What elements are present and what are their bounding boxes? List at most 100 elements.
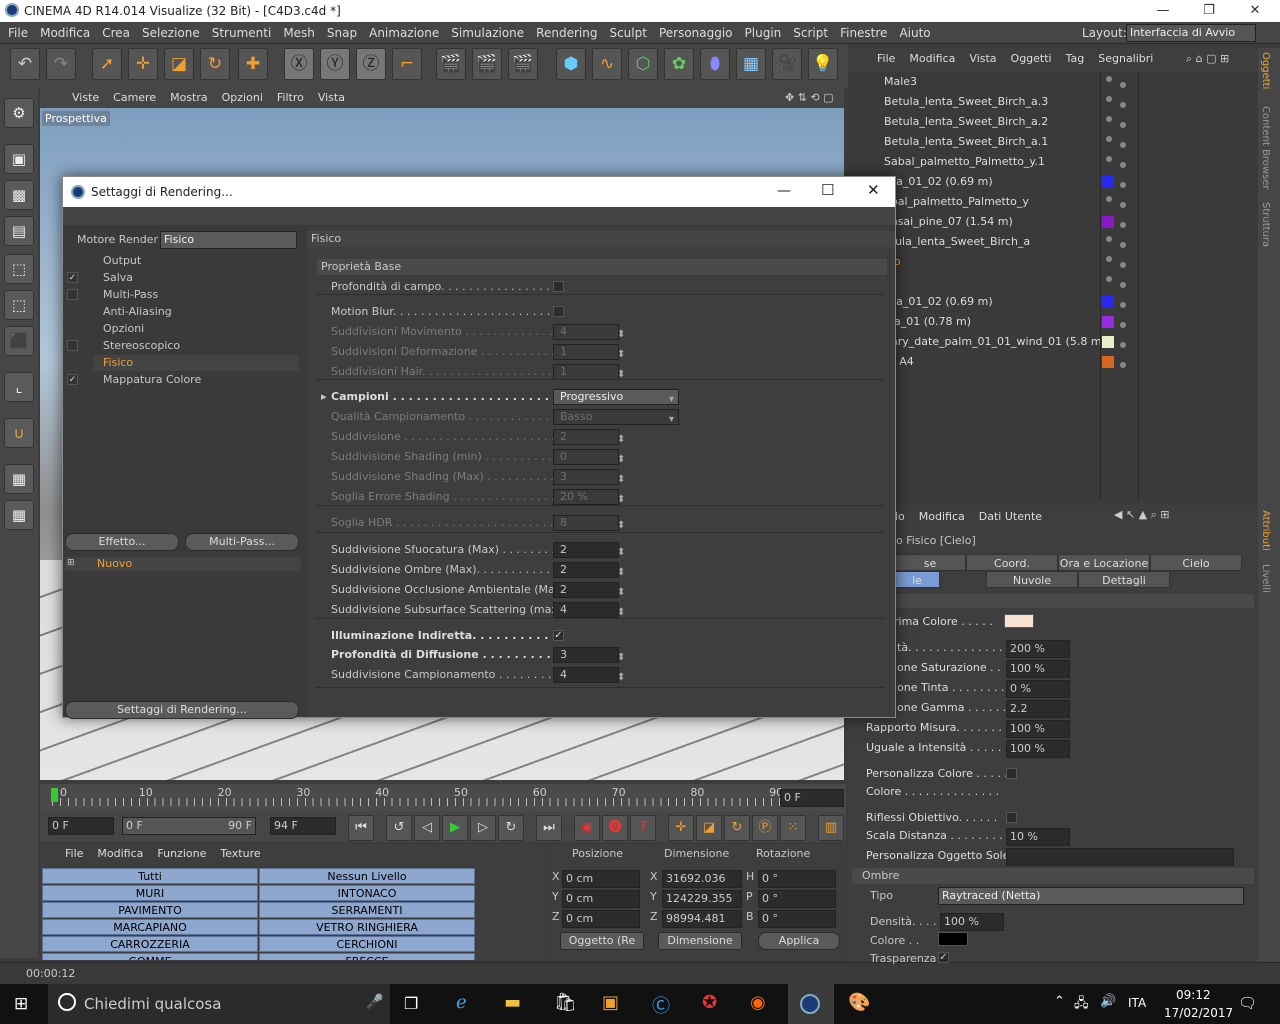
attribute-menu-item[interactable]: Modifica [912,506,972,528]
render-settings-nav-item[interactable]: Salva [103,270,133,286]
object-menu-item[interactable]: Vista [962,48,1003,70]
render-property-row[interactable]: Soglia HDR . . . . . . . . . . . . . . .… [331,513,871,533]
render-dot-icon[interactable] [1120,102,1126,108]
property-dropdown[interactable]: Progressivo [553,389,679,405]
menu-item-13[interactable]: Script [787,22,834,44]
object-row[interactable] [848,272,1258,292]
viewport-menu-item[interactable]: Viste [65,88,106,108]
key-parameter-icon[interactable]: Ⓟ [752,815,778,841]
coord-size-field[interactable]: 31692.036 cm [662,870,742,901]
attribute-value-field[interactable]: 100 % [1006,660,1070,678]
render-property-row[interactable]: Motion Blur. . . . . . . . . . . . . . .… [331,302,871,322]
range-slider[interactable]: 0 F 90 F [122,817,256,835]
object-row[interactable]: cca_01_02 (0.69 m) [848,172,1258,192]
render-dot-icon[interactable] [1120,222,1126,228]
property-dropdown[interactable]: Basso [553,409,679,425]
render-property-row[interactable]: Suddivisione Campionamento . . . . . . .… [331,665,871,685]
cube-icon[interactable]: ⬢ [556,48,586,80]
render-dot-icon[interactable] [1120,282,1126,288]
object-row[interactable]: etula_lenta_Sweet_Birch_a [848,232,1258,252]
attribute-menu-item[interactable]: Dati Utente [972,506,1049,528]
layer-item[interactable]: VETRO RINGHIERA [259,919,475,935]
tab-struttura[interactable]: Struttura [1260,202,1271,247]
property-number-field[interactable]: 2 [553,562,619,578]
attribute-nav-icon[interactable]: ◀ ↖ ▲ ⌕ ⊞ [1114,508,1170,522]
property-number-field[interactable]: 3 [553,469,619,485]
object-menu-item[interactable]: File [870,48,902,70]
layer-item[interactable]: PAVIMENTO [42,902,258,918]
render-property-row[interactable]: Suddivisione Ombre (Max). . . . . . . . … [331,560,871,580]
start-frame-field[interactable]: 0 F [48,817,114,835]
attribute-tab[interactable]: se [894,554,966,571]
attribute-value-field[interactable]: 10 % [1006,828,1070,846]
render-property-row[interactable]: Suddivisione Occlusione Ambientale (Max)… [331,580,871,600]
texture-mode-icon[interactable]: ▩ [4,180,34,210]
spinner-arrows-icon[interactable]: ⬍ [617,490,625,510]
menu-item-4[interactable]: Strumenti [206,22,278,44]
render-property-row[interactable]: Suddivisione Subsurface Scattering (max)… [331,600,871,620]
object-row[interactable]: DI A4 [848,352,1258,372]
x-axis-icon[interactable]: Ⓧ [284,48,314,80]
layer-item[interactable]: Tutti [42,868,258,884]
tab-livelli[interactable]: Livelli [1260,564,1271,593]
property-number-field[interactable]: 1 [553,364,619,380]
object-menu-item[interactable]: Segnalibri [1091,48,1160,70]
coord-position-field[interactable]: 0 cm [562,870,640,888]
app-icon[interactable]: Ⓒ [652,992,670,1018]
new-settings-item[interactable]: Nuovo [97,557,132,570]
property-number-field[interactable]: 2 [553,582,619,598]
shadow-type-select[interactable]: Raytraced (Netta) [938,887,1244,905]
next-key-icon[interactable]: ↻ [498,815,524,841]
render-settings-nav-item[interactable]: Output [103,253,141,269]
object-search-icon[interactable]: ⌕ ⌂ ▢ ⊞ [1186,52,1229,66]
nav-enable-checkbox[interactable] [67,289,78,300]
coord-position-field[interactable]: 0 cm [562,890,640,908]
edge-browser-icon[interactable]: ℯ [456,992,467,1013]
effect-button[interactable]: Effetto... [65,533,179,551]
render-settings-icon[interactable]: 🎬 [508,48,538,80]
multipass-button[interactable]: Multi-Pass... [185,533,299,551]
property-number-field[interactable]: 2 [553,542,619,558]
dialog-maximize-icon[interactable]: ☐ [821,181,834,199]
nav-enable-checkbox[interactable]: ✓ [67,272,78,283]
file-explorer-icon[interactable]: ▬ [504,992,521,1013]
spinner-arrows-icon[interactable]: ⬍ [617,516,625,536]
tab-content-browser[interactable]: Content Browser [1260,106,1271,189]
transparency-checkbox[interactable]: ✓ [938,952,949,963]
render-dot-icon[interactable] [1120,82,1126,88]
polygons-mode-icon[interactable]: ⬛ [4,326,34,356]
render-property-row[interactable]: Illuminazione Indiretta. . . . . . . . .… [331,626,871,646]
object-row[interactable]: Betula_lenta_Sweet_Birch_a.3 [848,92,1258,112]
attribute-tab[interactable]: Dettagli [1078,571,1170,588]
render-engine-select[interactable]: Fisico [160,231,297,249]
object-row[interactable]: Betula_lenta_Sweet_Birch_a.2 [848,112,1258,132]
viewport-menu-item[interactable]: Mostra [163,88,215,108]
render-settings-nav-item[interactable]: Mappatura Colore [103,372,201,388]
render-property-row[interactable]: Campioni . . . . . . . . . . . . . . . .… [321,387,871,407]
render-dot-icon[interactable] [1120,342,1126,348]
current-frame-field[interactable]: 0 F [780,789,844,807]
menu-item-7[interactable]: Animazione [363,22,445,44]
attribute-value-field[interactable]: 100 % [1006,740,1070,758]
render-property-row[interactable]: Profondità di Diffusione . . . . . . . .… [331,645,871,665]
object-row[interactable]: abal_palmetto_Palmetto_y [848,192,1258,212]
coord-size-field[interactable]: 124229.355 cı [662,890,742,921]
property-number-field[interactable]: 4 [553,324,619,340]
layout-select[interactable]: Interfaccia di Avvio [1126,24,1256,42]
property-checkbox[interactable]: ✓ [553,630,564,641]
render-dot-icon[interactable] [1120,202,1126,208]
floor-icon[interactable]: ▦ [736,48,766,80]
render-dot-icon[interactable] [1120,322,1126,328]
render-dot-icon[interactable] [1120,262,1126,268]
nav-enable-checkbox[interactable]: ✓ [67,374,78,385]
coord-mode-select[interactable]: Oggetto (Re [560,932,644,950]
dialog-close-icon[interactable]: ✕ [867,181,880,199]
object-menu-item[interactable]: Tag [1059,48,1092,70]
visibility-dot-icon[interactable] [1106,236,1112,242]
media-icon[interactable]: ▣ [602,992,619,1013]
menu-item-5[interactable]: Mesh [277,22,321,44]
render-property-row[interactable]: Suddivisioni Deformazione . . . . . . . … [331,342,871,362]
menu-item-2[interactable]: Crea [96,22,136,44]
scale-icon[interactable]: ◪ [164,48,194,80]
z-axis-icon[interactable]: Ⓩ [356,48,386,80]
